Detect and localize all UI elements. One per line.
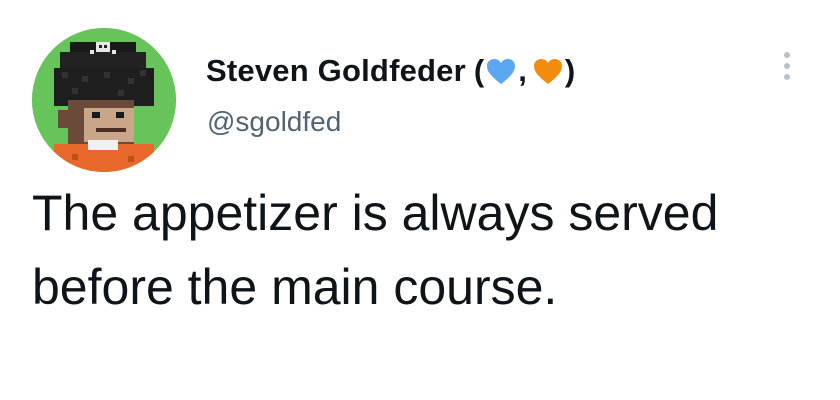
author-display-name[interactable]: Steven Goldfeder bbox=[206, 53, 466, 89]
more-options-button[interactable] bbox=[772, 44, 802, 88]
pixel-monkey-avatar-icon bbox=[32, 28, 176, 172]
name-separator: , bbox=[518, 53, 527, 88]
tweet-card: Steven Goldfeder ( , ) @sgoldfed The app… bbox=[0, 0, 840, 400]
vertical-ellipsis-icon bbox=[784, 52, 790, 58]
avatar[interactable] bbox=[32, 28, 176, 172]
orange-heart-icon bbox=[533, 58, 563, 86]
author-handle[interactable]: @sgoldfed bbox=[207, 106, 341, 138]
author-name-row[interactable]: Steven Goldfeder ( , ) bbox=[206, 48, 575, 94]
name-close-paren: ) bbox=[564, 53, 576, 88]
blue-heart-icon bbox=[486, 58, 516, 86]
name-open-paren: ( bbox=[473, 53, 485, 88]
tweet-text: The appetizer is always served before th… bbox=[32, 185, 719, 315]
